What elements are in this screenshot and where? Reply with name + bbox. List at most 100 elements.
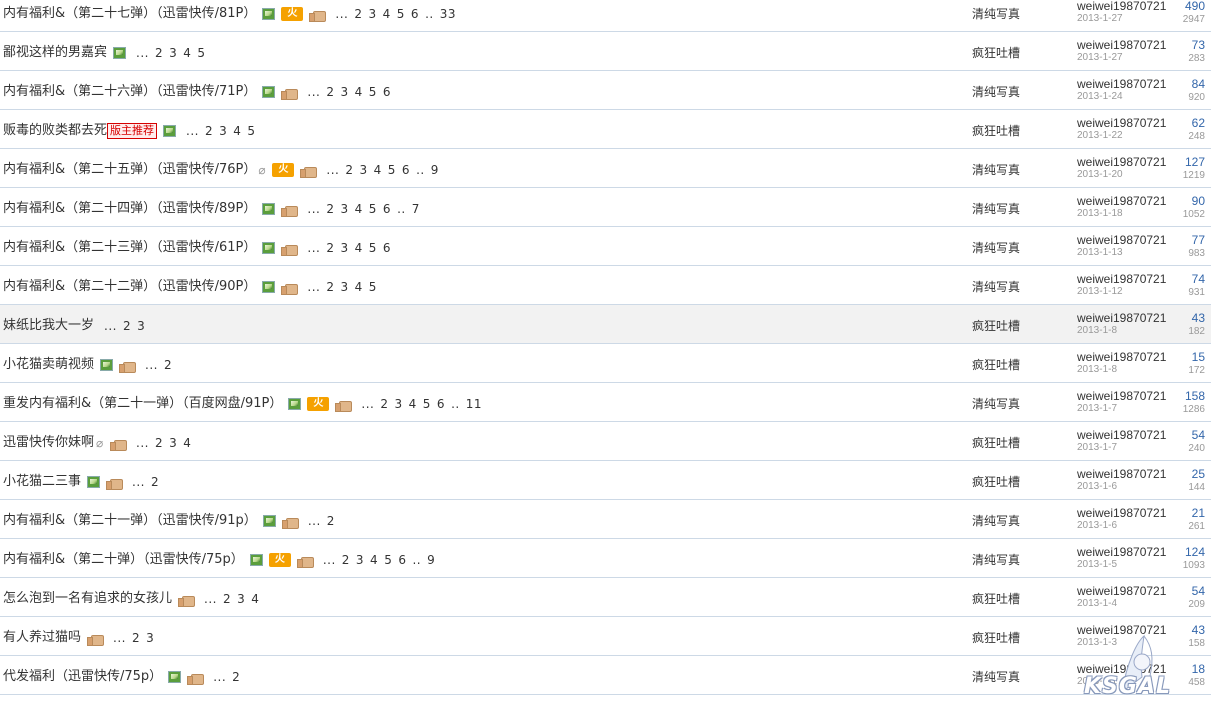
page-link[interactable]: 33: [440, 7, 456, 21]
thread-title-link[interactable]: 内有福利&（第二十一弹）（迅雷快传/91p）: [3, 512, 257, 530]
reply-count[interactable]: 15: [1192, 350, 1205, 364]
thread-title-link[interactable]: 鄙视这样的男嘉宾: [3, 44, 107, 62]
reply-count[interactable]: 21: [1192, 506, 1205, 520]
reply-count[interactable]: 74: [1192, 272, 1205, 286]
reply-count[interactable]: 54: [1192, 584, 1205, 598]
page-link[interactable]: 2: [342, 553, 350, 567]
page-link[interactable]: 5: [197, 46, 205, 60]
page-link[interactable]: 2: [380, 397, 388, 411]
page-link[interactable]: 6: [398, 553, 406, 567]
page-link[interactable]: 3: [341, 85, 349, 99]
thread-title-link[interactable]: 内有福利&（第二十七弹）（迅雷快传/81P）: [3, 5, 256, 23]
page-link[interactable]: 5: [384, 553, 392, 567]
page-link[interactable]: 4: [409, 397, 417, 411]
page-link[interactable]: 4: [383, 7, 391, 21]
page-link[interactable]: 9: [427, 553, 435, 567]
thread-category[interactable]: 清纯写真: [972, 278, 1020, 295]
page-link[interactable]: 2: [326, 85, 334, 99]
thread-title-link[interactable]: 小花猫二三事: [3, 473, 81, 491]
thread-title-link[interactable]: 贩毒的败类都去死: [3, 122, 107, 140]
thread-title-link[interactable]: 妹纸比我大一岁: [3, 317, 94, 335]
thread-author[interactable]: weiwei19870721: [1077, 38, 1166, 52]
thread-category[interactable]: 疯狂吐槽: [972, 317, 1020, 334]
reply-count[interactable]: 490: [1185, 0, 1205, 13]
reply-count[interactable]: 124: [1185, 545, 1205, 559]
page-link[interactable]: 6: [383, 85, 391, 99]
page-link[interactable]: 5: [369, 241, 377, 255]
thread-title-link[interactable]: 重发内有福利&（第二十一弹）（百度网盘/91P）: [3, 395, 282, 413]
page-link[interactable]: 2: [151, 475, 159, 489]
page-link[interactable]: 5: [369, 280, 377, 294]
page-link[interactable]: 3: [395, 397, 403, 411]
reply-count[interactable]: 73: [1192, 38, 1205, 52]
page-link[interactable]: 3: [356, 553, 364, 567]
page-link[interactable]: 4: [355, 280, 363, 294]
thread-author[interactable]: weiwei19870721: [1077, 194, 1166, 208]
thread-title-link[interactable]: 代发福利（迅雷快传/75p）: [3, 668, 162, 686]
page-link[interactable]: 2: [205, 124, 213, 138]
reply-count[interactable]: 62: [1192, 116, 1205, 130]
page-link[interactable]: 6: [383, 202, 391, 216]
page-link[interactable]: 9: [431, 163, 439, 177]
reply-count[interactable]: 77: [1192, 233, 1205, 247]
thread-category[interactable]: 清纯写真: [972, 239, 1020, 256]
page-link[interactable]: 3: [341, 241, 349, 255]
page-link[interactable]: 2: [326, 241, 334, 255]
thread-title-link[interactable]: 有人养过猫吗: [3, 629, 81, 647]
thread-category[interactable]: 清纯写真: [972, 83, 1020, 100]
page-link[interactable]: 3: [341, 202, 349, 216]
page-link[interactable]: 3: [369, 7, 377, 21]
reply-count[interactable]: 25: [1192, 467, 1205, 481]
thread-category[interactable]: 清纯写真: [972, 668, 1020, 685]
page-link[interactable]: 4: [370, 553, 378, 567]
page-link[interactable]: 4: [183, 436, 191, 450]
thread-title-link[interactable]: 怎么泡到一名有追求的女孩儿: [3, 590, 172, 608]
thread-category[interactable]: 疯狂吐槽: [972, 590, 1020, 607]
thread-author[interactable]: weiwei19870721: [1077, 233, 1166, 247]
thread-author[interactable]: weiwei19870721: [1077, 311, 1166, 325]
page-link[interactable]: 6: [411, 7, 419, 21]
page-link[interactable]: 4: [355, 241, 363, 255]
reply-count[interactable]: 54: [1192, 428, 1205, 442]
page-link[interactable]: 3: [146, 631, 154, 645]
thread-title-link[interactable]: 内有福利&（第二十弹）（迅雷快传/75p）: [3, 551, 244, 569]
page-link[interactable]: 2: [223, 592, 231, 606]
thread-author[interactable]: weiwei19870721: [1077, 389, 1166, 403]
page-link[interactable]: 5: [423, 397, 431, 411]
page-link[interactable]: 3: [341, 280, 349, 294]
thread-category[interactable]: 疯狂吐槽: [972, 44, 1020, 61]
page-link[interactable]: 11: [466, 397, 482, 411]
thread-title-link[interactable]: 内有福利&（第二十五弹）（迅雷快传/76P）: [3, 161, 256, 179]
thread-author[interactable]: weiwei19870721: [1077, 506, 1166, 520]
page-link[interactable]: 4: [233, 124, 241, 138]
thread-category[interactable]: 清纯写真: [972, 200, 1020, 217]
thread-title-link[interactable]: 内有福利&（第二十六弹）（迅雷快传/71P）: [3, 83, 256, 101]
thread-author[interactable]: weiwei19870721: [1077, 350, 1166, 364]
thread-title-link[interactable]: 内有福利&（第二十四弹）（迅雷快传/89P）: [3, 200, 256, 218]
thread-author[interactable]: weiwei19870721: [1077, 584, 1166, 598]
thread-title-link[interactable]: 小花猫卖萌视频: [3, 356, 94, 374]
page-link[interactable]: 2: [155, 436, 163, 450]
page-link[interactable]: 4: [355, 202, 363, 216]
thread-category[interactable]: 疯狂吐槽: [972, 356, 1020, 373]
page-link[interactable]: 2: [164, 358, 172, 372]
page-link[interactable]: 2: [155, 46, 163, 60]
page-link[interactable]: 2: [326, 280, 334, 294]
thread-author[interactable]: weiwei19870721: [1077, 272, 1166, 286]
thread-category[interactable]: 疯狂吐槽: [972, 629, 1020, 646]
page-link[interactable]: 6: [437, 397, 445, 411]
page-link[interactable]: 3: [169, 436, 177, 450]
reply-count[interactable]: 90: [1192, 194, 1205, 208]
thread-author[interactable]: weiwei19870721: [1077, 155, 1166, 169]
thread-author[interactable]: weiwei19870721: [1077, 77, 1166, 91]
thread-category[interactable]: 清纯写真: [972, 395, 1020, 412]
thread-title-link[interactable]: 内有福利&（第二十二弹）（迅雷快传/90P）: [3, 278, 256, 296]
page-link[interactable]: 5: [369, 202, 377, 216]
page-link[interactable]: 6: [383, 241, 391, 255]
page-link[interactable]: 7: [412, 202, 420, 216]
reply-count[interactable]: 84: [1192, 77, 1205, 91]
page-link[interactable]: 2: [232, 670, 240, 684]
page-link[interactable]: 2: [132, 631, 140, 645]
thread-author[interactable]: weiwei19870721: [1077, 467, 1166, 481]
thread-title-link[interactable]: 内有福利&（第二十三弹）（迅雷快传/61P）: [3, 239, 256, 257]
